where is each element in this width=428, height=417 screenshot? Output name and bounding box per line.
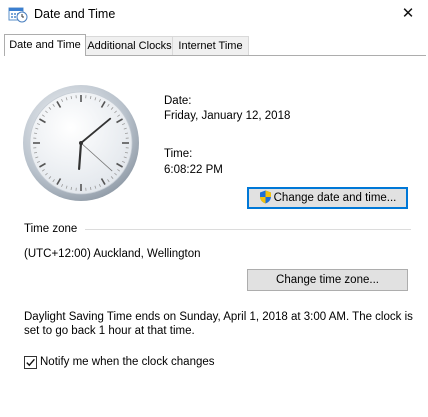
close-button[interactable]: ✕ — [388, 0, 428, 28]
notify-checkbox-label[interactable]: Notify me when the clock changes — [40, 356, 215, 368]
date-value: Friday, January 12, 2018 — [164, 110, 290, 122]
time-zone-divider — [85, 229, 411, 230]
time-value: 6:08:22 PM — [164, 164, 223, 176]
dst-info-line-2: set to go back 1 hour at that time. — [24, 325, 195, 337]
clock-center — [79, 141, 83, 145]
window-title: Date and Time — [34, 7, 115, 21]
time-zone-value: (UTC+12:00) Auckland, Wellington — [24, 248, 201, 260]
uac-shield-icon — [259, 190, 272, 211]
change-time-zone-button[interactable]: Change time zone... — [247, 269, 408, 291]
tab-date-and-time[interactable]: Date and Time — [4, 34, 86, 56]
change-date-time-label: Change date and time... — [274, 192, 397, 204]
notify-checkbox[interactable] — [24, 356, 37, 369]
analog-clock — [22, 84, 140, 202]
close-icon: ✕ — [402, 5, 415, 22]
date-time-calendar-icon — [8, 5, 28, 23]
checkmark-icon — [25, 357, 36, 368]
tab-additional-clocks[interactable]: Additional Clocks — [85, 36, 174, 55]
date-label: Date: — [164, 95, 192, 107]
time-zone-section-label: Time zone — [24, 223, 77, 235]
dst-info-line-1: Daylight Saving Time ends on Sunday, Apr… — [24, 311, 413, 323]
change-date-time-button[interactable]: Change date and time... — [247, 187, 408, 209]
tab-internet-time[interactable]: Internet Time — [172, 36, 249, 55]
title-bar: Date and Time ✕ — [0, 0, 428, 30]
time-label: Time: — [164, 148, 192, 160]
